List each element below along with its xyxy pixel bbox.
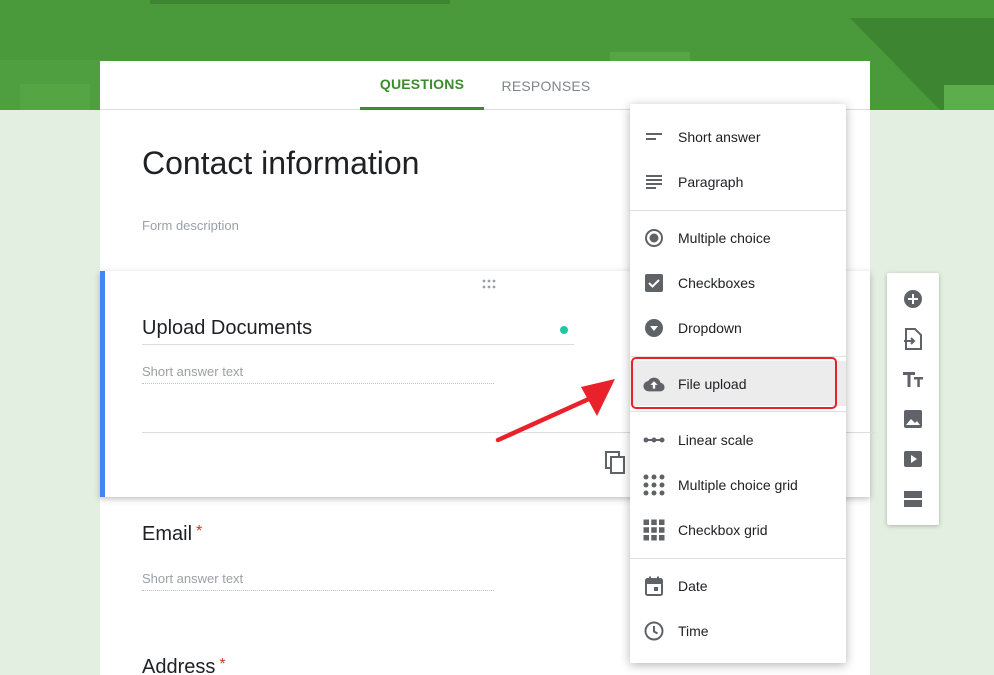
menu-item-multiple-choice-grid[interactable]: Multiple choice grid xyxy=(630,462,846,507)
duplicate-icon[interactable] xyxy=(605,451,627,475)
drag-handle-icon[interactable] xyxy=(481,279,497,289)
import-questions-icon[interactable] xyxy=(901,327,925,351)
calendar-icon xyxy=(643,575,665,597)
short-answer-icon xyxy=(643,126,665,148)
menu-separator xyxy=(630,558,846,559)
menu-item-paragraph[interactable]: Paragraph xyxy=(630,159,846,204)
checkbox-icon xyxy=(643,272,665,294)
menu-item-checkbox-grid[interactable]: Checkbox grid xyxy=(630,507,846,552)
radio-icon xyxy=(643,227,665,249)
short-answer-placeholder: Short answer text xyxy=(142,571,494,591)
form-description-field[interactable]: Form description xyxy=(142,218,239,233)
menu-item-label: Multiple choice xyxy=(678,229,771,246)
tab-questions[interactable]: QUESTIONS xyxy=(360,61,484,110)
menu-item-label: Multiple choice grid xyxy=(678,476,798,493)
question-title-address[interactable]: Address * xyxy=(142,656,226,675)
menu-item-label: Linear scale xyxy=(678,431,754,448)
menu-item-label: Short answer xyxy=(678,128,761,145)
question-title-email[interactable]: Email * xyxy=(142,523,202,546)
short-answer-placeholder: Short answer text xyxy=(142,364,494,384)
question-title-input[interactable]: Upload Documents xyxy=(142,317,574,345)
menu-item-label: Dropdown xyxy=(678,319,742,336)
add-section-icon[interactable] xyxy=(901,487,925,511)
menu-item-short-answer[interactable]: Short answer xyxy=(630,114,846,159)
paragraph-icon xyxy=(643,171,665,193)
tab-bar: QUESTIONS RESPONSES xyxy=(100,61,870,110)
annotation-arrow-icon xyxy=(495,379,615,443)
menu-item-dropdown[interactable]: Dropdown xyxy=(630,305,846,350)
add-video-icon[interactable] xyxy=(901,447,925,471)
menu-item-label: Checkbox grid xyxy=(678,521,768,538)
form-title[interactable]: Contact information xyxy=(142,145,419,182)
dropdown-icon xyxy=(643,317,665,339)
menu-separator xyxy=(630,210,846,211)
add-image-icon[interactable] xyxy=(901,407,925,431)
menu-item-date[interactable]: Date xyxy=(630,563,846,608)
menu-item-checkboxes[interactable]: Checkboxes xyxy=(630,260,846,305)
add-title-icon[interactable] xyxy=(901,367,925,391)
tab-responses[interactable]: RESPONSES xyxy=(484,61,608,110)
linear-scale-icon xyxy=(643,429,665,451)
dot-grid-icon xyxy=(643,474,665,496)
menu-item-multiple-choice[interactable]: Multiple choice xyxy=(630,215,846,260)
menu-item-label: Date xyxy=(678,577,708,594)
checkbox-grid-icon xyxy=(643,519,665,541)
annotation-highlight-box xyxy=(631,357,837,409)
clock-icon xyxy=(643,620,665,642)
required-marker: * xyxy=(219,656,226,673)
floating-toolbar xyxy=(887,273,939,525)
menu-item-label: Time xyxy=(678,622,709,639)
question-title-address-text: Address xyxy=(142,656,216,675)
menu-item-time[interactable]: Time xyxy=(630,608,846,653)
question-title-email-text: Email xyxy=(142,523,193,545)
status-dot xyxy=(560,326,568,334)
required-marker: * xyxy=(196,523,203,540)
menu-separator xyxy=(630,411,846,412)
menu-item-linear-scale[interactable]: Linear scale xyxy=(630,417,846,462)
menu-item-label: Checkboxes xyxy=(678,274,756,291)
menu-item-label: Paragraph xyxy=(678,173,744,190)
add-question-icon[interactable] xyxy=(901,287,925,311)
